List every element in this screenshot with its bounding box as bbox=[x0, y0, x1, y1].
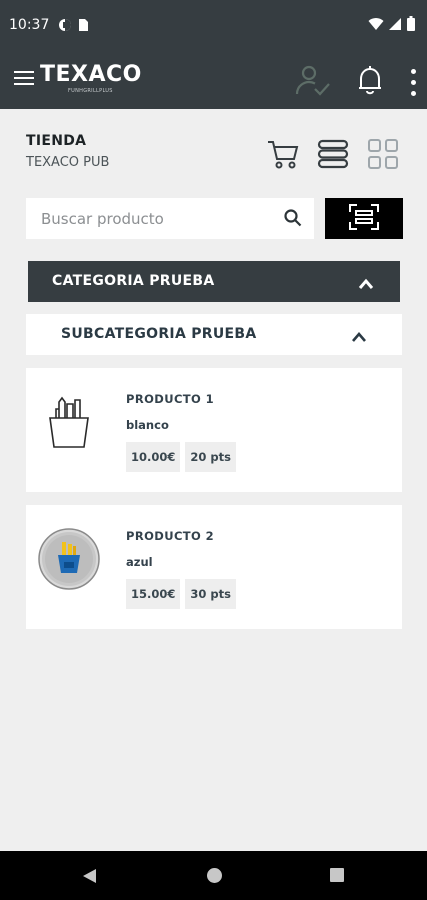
scan-button[interactable] bbox=[325, 198, 403, 239]
app-bar: TEXACO FUNHGRILLPLUS bbox=[0, 52, 427, 109]
chevron-up-icon[interactable] bbox=[358, 275, 374, 294]
product-card[interactable]: PRODUCTO 2 azul 15.00€ 30 pts bbox=[26, 505, 402, 629]
recent-apps-icon[interactable] bbox=[330, 868, 344, 882]
more-vert-icon[interactable] bbox=[409, 68, 417, 96]
brand-subtitle: FUNHGRILLPLUS bbox=[68, 88, 113, 94]
product-image bbox=[36, 388, 102, 460]
product-image bbox=[36, 525, 102, 597]
product-color: azul bbox=[126, 555, 153, 569]
cart-icon[interactable] bbox=[267, 138, 299, 174]
subcategory-header[interactable]: SUBCATEGORIA PRUEBA bbox=[26, 314, 402, 355]
wifi-icon bbox=[368, 16, 384, 35]
home-icon[interactable] bbox=[207, 868, 222, 883]
chevron-up-icon[interactable] bbox=[351, 328, 367, 347]
list-view-icon[interactable] bbox=[317, 138, 349, 174]
system-nav-bar bbox=[0, 851, 427, 900]
search-input[interactable] bbox=[26, 198, 266, 239]
store-label: TIENDA bbox=[26, 133, 87, 149]
points-badge: 30 pts bbox=[185, 579, 236, 609]
product-color: blanco bbox=[126, 418, 169, 432]
battery-icon bbox=[407, 16, 415, 35]
bell-icon[interactable] bbox=[357, 65, 383, 99]
search-icon[interactable] bbox=[284, 209, 302, 231]
status-time: 10:37 bbox=[9, 17, 50, 33]
sim-card-icon bbox=[78, 17, 89, 36]
menu-icon[interactable] bbox=[14, 71, 34, 89]
status-bar: 10:37 bbox=[0, 0, 427, 52]
view-toggle-group bbox=[267, 138, 399, 174]
scan-icon bbox=[349, 203, 379, 234]
store-info: TIENDA TEXACO PUB bbox=[26, 133, 109, 170]
category-title: CATEGORIA PRUEBA bbox=[52, 273, 215, 289]
user-check-icon[interactable] bbox=[295, 64, 331, 100]
price-badge: 15.00€ bbox=[126, 579, 181, 609]
points-badge: 20 pts bbox=[185, 442, 236, 472]
subcategory-title: SUBCATEGORIA PRUEBA bbox=[61, 326, 257, 342]
cup-outline-icon bbox=[47, 396, 91, 452]
cup-blue-icon bbox=[38, 528, 100, 594]
data-saver-icon bbox=[58, 17, 72, 36]
product-name: PRODUCTO 2 bbox=[126, 529, 215, 543]
brand-logo: TEXACO bbox=[40, 62, 142, 87]
product-card[interactable]: PRODUCTO 1 blanco 10.00€ 20 pts bbox=[26, 368, 402, 492]
store-name: TEXACO PUB bbox=[26, 155, 110, 170]
signal-icon bbox=[389, 16, 402, 35]
category-header[interactable]: CATEGORIA PRUEBA bbox=[28, 261, 400, 302]
search-box bbox=[26, 198, 314, 239]
grid-view-icon[interactable] bbox=[367, 138, 399, 174]
price-badge: 10.00€ bbox=[126, 442, 181, 472]
back-icon[interactable] bbox=[82, 868, 97, 888]
product-name: PRODUCTO 1 bbox=[126, 392, 215, 406]
